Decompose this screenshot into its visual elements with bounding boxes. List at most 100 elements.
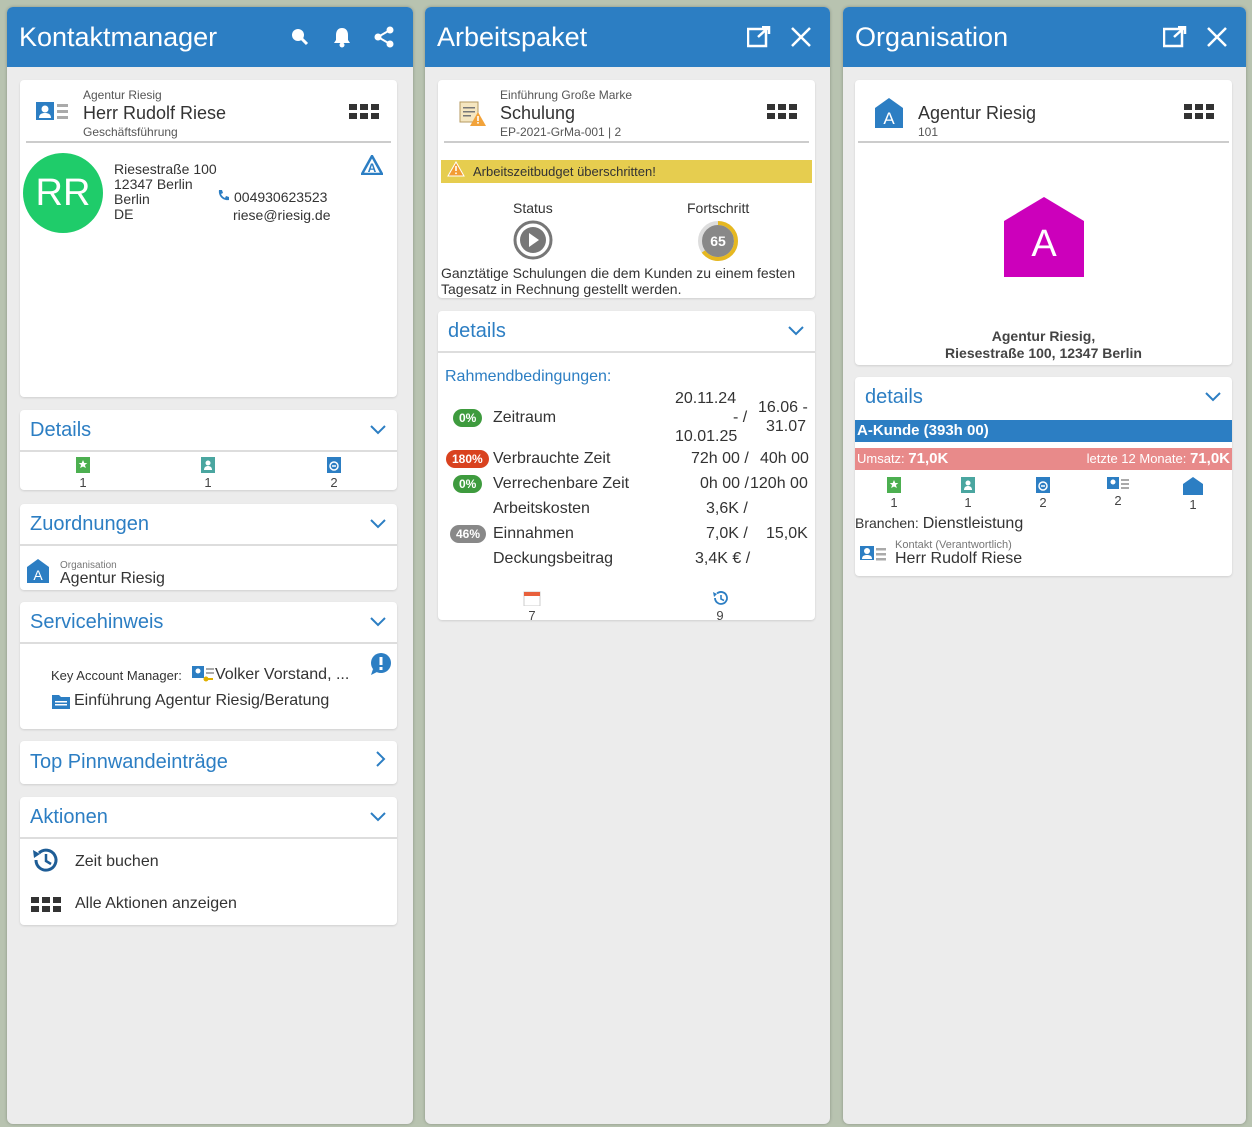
organisation-icon: A — [27, 559, 49, 588]
address-line: Riesestraße 100 — [114, 161, 217, 177]
contact-phone[interactable]: 004930623523 — [234, 189, 327, 205]
close-icon[interactable] — [784, 20, 818, 54]
organisation-number: 101 — [918, 125, 939, 139]
details-section-header[interactable]: Details — [20, 410, 397, 452]
row-value: 15,0K — [766, 525, 808, 542]
contact-card-header: Agentur Riesig Herr Rudolf Riese Geschäf… — [26, 80, 391, 143]
org-name[interactable]: Agentur Riesig — [60, 570, 165, 588]
star-doc-icon — [76, 457, 90, 473]
row-label: Zeitraum — [493, 409, 557, 426]
workpackage-parent[interactable]: Einführung Große Marke — [500, 88, 632, 102]
search-icon[interactable] — [283, 20, 317, 54]
share-icon[interactable] — [367, 20, 401, 54]
actions-section: Aktionen Zeit buchen Alle Aktionen anzei… — [20, 797, 397, 925]
workpackage-panel-title: Arbeitspaket — [437, 21, 588, 52]
close-icon[interactable] — [1200, 20, 1234, 54]
row-value: 3,4K € / — [695, 550, 751, 567]
pinboard-section[interactable]: Top Pinnwandeinträge — [20, 741, 397, 784]
revenue-label: Umsatz: — [857, 451, 905, 466]
favorites-count[interactable]: 1 — [879, 477, 909, 510]
bell-icon[interactable] — [325, 20, 359, 54]
person-cards-count[interactable]: 2 — [1103, 477, 1133, 508]
assignments-section-header[interactable]: Zuordnungen — [20, 504, 397, 546]
percent-badge: 46% — [450, 525, 487, 543]
warning-triangle-icon — [447, 160, 465, 182]
open-external-icon[interactable] — [742, 20, 776, 54]
action-book-time-label: Zeit buchen — [75, 853, 159, 870]
row-label: Verrechenbare Zeit — [493, 475, 630, 492]
address-line: 12347 Berlin — [114, 176, 193, 192]
pinboard-section-title: Top Pinnwandeinträge — [30, 750, 228, 773]
organisation-logo: A — [1004, 197, 1084, 277]
org-details-header[interactable]: details — [855, 377, 1232, 417]
chevron-right-icon[interactable] — [375, 750, 387, 774]
grid-menu-icon[interactable] — [767, 104, 797, 119]
address-line: Berlin — [114, 191, 150, 207]
count-value: 1 — [1189, 497, 1197, 512]
kam-label: Key Account Manager: — [51, 668, 182, 683]
organisation-a-icon[interactable]: A — [359, 153, 385, 180]
revenue12-value: 71,0K — [1189, 450, 1230, 467]
chevron-down-icon[interactable] — [787, 320, 805, 343]
chevron-down-icon[interactable] — [369, 806, 387, 829]
service-section-header[interactable]: Servicehinweis — [20, 602, 397, 644]
play-status-icon[interactable] — [513, 220, 553, 265]
work-details-header[interactable]: details — [438, 311, 815, 353]
open-external-icon[interactable] — [1158, 20, 1192, 54]
calendar-count[interactable]: 7 — [517, 590, 547, 623]
org-details-section: details A-Kunde (393h 00) Umsatz: 71,0K … — [855, 377, 1232, 576]
contact-address: Riesestraße 100 12347 Berlin Berlin DE — [114, 162, 217, 222]
customer-class-bar: A-Kunde (393h 00) — [855, 420, 1232, 442]
work-details-title: details — [448, 319, 506, 342]
branch-row: Branchen: Dienstleistung — [855, 515, 1023, 533]
contact-email[interactable]: riese@riesig.de — [233, 207, 330, 223]
row-value: 120h 00 — [750, 475, 808, 492]
row-value: 16.06 - — [758, 399, 808, 416]
actions-section-header[interactable]: Aktionen — [20, 797, 397, 839]
row-value: 10.01.25 — [675, 428, 738, 445]
contact-company[interactable]: Agentur Riesig — [83, 88, 162, 102]
address-line: DE — [114, 206, 134, 222]
kam-name[interactable]: Volker Vorstand, ... — [215, 666, 349, 684]
documents-count[interactable]: 2 — [319, 457, 349, 490]
task-warning-icon — [458, 100, 488, 133]
pinboard-section-header[interactable]: Top Pinnwandeinträge — [20, 741, 397, 783]
chevron-down-icon[interactable] — [369, 611, 387, 634]
workpackage-panel-header: Arbeitspaket — [425, 7, 830, 67]
contacts-count[interactable]: 1 — [953, 477, 983, 510]
organisations-count[interactable]: 1 — [1178, 477, 1208, 512]
workpackage-card-header: Einführung Große Marke Schulung EP-2021-… — [444, 80, 809, 143]
project-link[interactable]: Einführung Agentur Riesig/Beratung — [74, 692, 329, 710]
row-value: 72h 00 / — [691, 450, 749, 467]
star-doc-icon — [887, 477, 901, 493]
avatar-initials: RR — [35, 171, 91, 214]
row-value: 3,6K / — [706, 500, 748, 517]
contact-card-icon — [860, 545, 886, 568]
history-count[interactable]: 9 — [705, 590, 735, 623]
count-value: 2 — [1039, 495, 1047, 510]
action-show-all[interactable]: Alle Aktionen anzeigen — [31, 891, 237, 917]
contact-card-icon — [36, 101, 68, 128]
workpackage-panel: Arbeitspaket Einführung Große Marke Schu… — [425, 7, 830, 1124]
count-value: 1 — [890, 495, 898, 510]
grid-menu-icon[interactable] — [349, 104, 379, 119]
documents-count[interactable]: 2 — [1028, 477, 1058, 510]
grid-menu-icon[interactable] — [1184, 104, 1214, 119]
contacts-count[interactable]: 1 — [193, 457, 223, 490]
row-label: Arbeitskosten — [493, 500, 590, 517]
budget-warning-banner: Arbeitszeitbudget überschritten! — [441, 160, 812, 183]
chevron-down-icon[interactable] — [369, 513, 387, 536]
favorites-count[interactable]: 1 — [68, 457, 98, 490]
contact-role: Geschäftsführung — [83, 125, 178, 139]
progress-ring: 65 — [697, 220, 739, 262]
chevron-down-icon[interactable] — [369, 419, 387, 442]
action-book-time[interactable]: Zeit buchen — [30, 847, 159, 877]
percent-badge: 0% — [453, 475, 483, 493]
avatar: RR — [23, 153, 103, 233]
chevron-down-icon[interactable] — [1204, 386, 1222, 409]
svg-text:A: A — [368, 161, 377, 175]
count-value: 2 — [330, 475, 338, 490]
exclamation-bubble-icon[interactable] — [369, 652, 393, 681]
count-value: 1 — [964, 495, 972, 510]
responsible-contact-name[interactable]: Herr Rudolf Riese — [895, 550, 1022, 568]
